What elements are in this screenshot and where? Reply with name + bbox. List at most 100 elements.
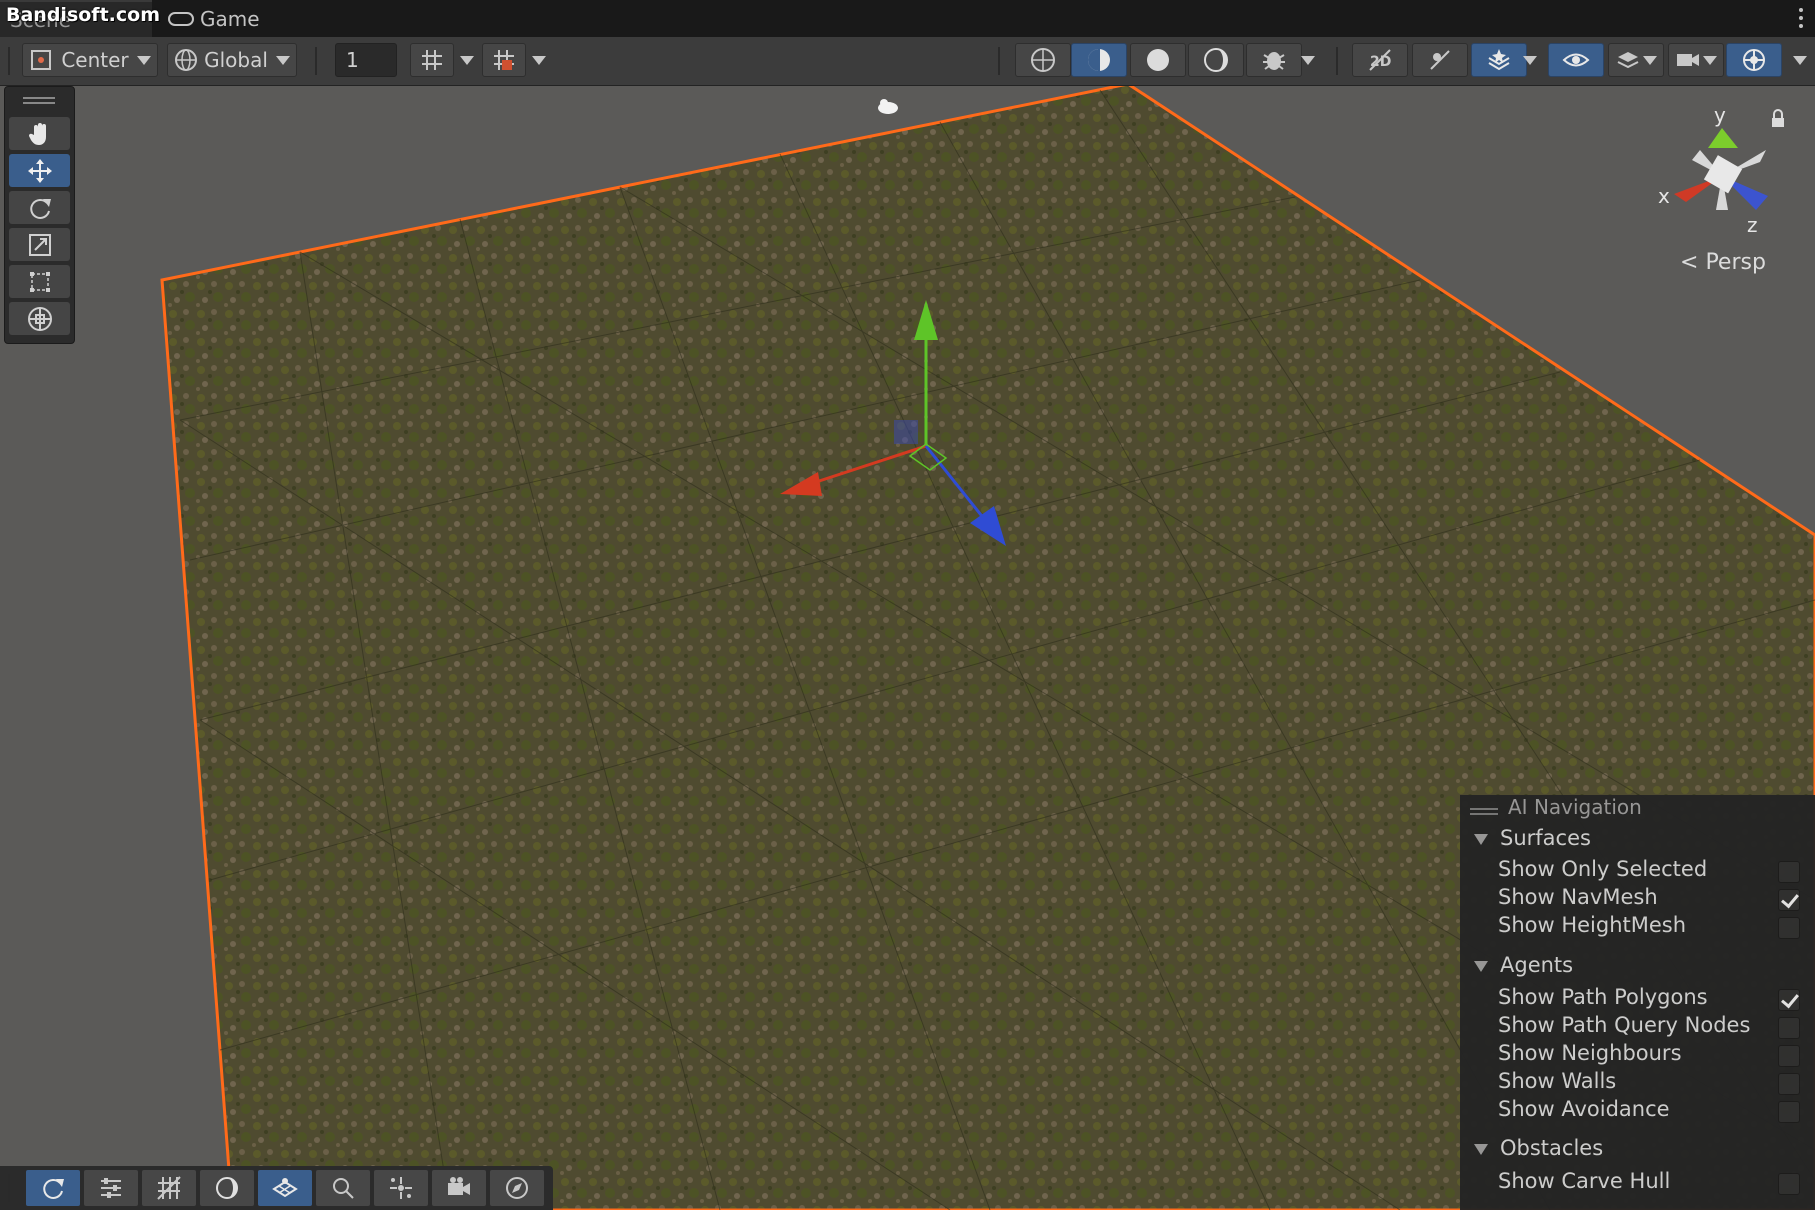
hand-tool[interactable] bbox=[9, 117, 70, 150]
lighting-overlay-button[interactable] bbox=[200, 1170, 254, 1206]
toolbar-grip[interactable] bbox=[8, 47, 10, 75]
layers-button[interactable] bbox=[1608, 43, 1664, 77]
tab-game-label: Game bbox=[200, 6, 260, 31]
move-arrows-icon bbox=[27, 158, 52, 183]
camera-settings-button[interactable] bbox=[1668, 43, 1724, 77]
effects-options[interactable] bbox=[1518, 43, 1542, 77]
scale-tool[interactable] bbox=[9, 228, 70, 261]
section-agents[interactable]: Agents bbox=[1474, 953, 1573, 977]
layers-icon bbox=[1617, 52, 1639, 69]
grid-overlay-button[interactable] bbox=[142, 1170, 196, 1206]
increment-snap-options[interactable] bbox=[527, 43, 551, 77]
pivot-mode-dropdown[interactable]: Center bbox=[22, 43, 158, 77]
gizmo-y-label: y bbox=[1714, 103, 1726, 127]
unlit-sphere-icon bbox=[1204, 48, 1228, 72]
orbit-icon bbox=[43, 1178, 64, 1199]
transform-tool[interactable] bbox=[9, 302, 70, 335]
rotate-icon bbox=[29, 198, 51, 219]
pivot-rotation-label: Global bbox=[204, 48, 268, 72]
globe-icon bbox=[175, 49, 198, 71]
gizmos-button[interactable] bbox=[1726, 43, 1782, 77]
grid-snap-options[interactable] bbox=[455, 43, 479, 77]
scene-visibility-button[interactable] bbox=[1548, 43, 1604, 77]
overlay-grip[interactable] bbox=[8, 1174, 10, 1202]
compass-overlay-button[interactable] bbox=[490, 1170, 544, 1206]
show-path-polygons-checkbox[interactable] bbox=[1778, 989, 1800, 1011]
pivot-center-icon bbox=[31, 50, 52, 70]
debug-draw-mode-button[interactable] bbox=[1246, 43, 1302, 77]
grid-snap-button[interactable] bbox=[410, 43, 454, 77]
toggle-2d-button[interactable]: 2D bbox=[1352, 43, 1408, 77]
ai-navigation-panel: AI Navigation Surfaces Show Only Selecte… bbox=[1460, 795, 1815, 1210]
wireframe-mode-button[interactable] bbox=[1015, 43, 1071, 77]
tab-scene[interactable]: Scene Bandisoft.com bbox=[0, 0, 160, 37]
shaded-mode-button[interactable] bbox=[1130, 43, 1186, 77]
gizmo-icon bbox=[1743, 49, 1765, 71]
particles-overlay-button[interactable] bbox=[374, 1170, 428, 1206]
more-options-icon[interactable] bbox=[1799, 8, 1803, 32]
gizmo-x-label: x bbox=[1658, 184, 1670, 208]
bottom-overlay-toolbar bbox=[0, 1166, 553, 1210]
effects-layers-icon bbox=[1488, 49, 1510, 71]
row-show-neighbours: Show Neighbours bbox=[1498, 1041, 1682, 1065]
light-off-icon bbox=[1430, 50, 1450, 70]
triangle-down-icon bbox=[1474, 833, 1488, 845]
xy-plane-handle[interactable] bbox=[894, 420, 918, 444]
overlay-grip[interactable] bbox=[23, 97, 55, 99]
panel-title: AI Navigation bbox=[1508, 795, 1642, 819]
move-tool[interactable] bbox=[9, 154, 70, 187]
grid-snap-icon bbox=[422, 50, 442, 70]
row-show-heightmesh: Show HeightMesh bbox=[1498, 913, 1687, 937]
draw-mode-options[interactable] bbox=[1296, 43, 1320, 77]
scale-icon bbox=[28, 233, 51, 256]
rect-tool[interactable] bbox=[9, 265, 70, 298]
rotate-tool[interactable] bbox=[9, 191, 70, 224]
shaded-sphere-icon bbox=[1147, 49, 1169, 71]
transform-tools-overlay bbox=[4, 86, 75, 344]
navmesh-icon bbox=[272, 1178, 298, 1198]
show-walls-checkbox[interactable] bbox=[1778, 1073, 1800, 1095]
orbit-overlay-button[interactable] bbox=[26, 1170, 80, 1206]
watermark: Bandisoft.com bbox=[6, 4, 160, 26]
show-navmesh-checkbox[interactable] bbox=[1778, 889, 1800, 911]
increment-snap-button[interactable] bbox=[482, 43, 526, 77]
show-path-query-nodes-checkbox[interactable] bbox=[1778, 1017, 1800, 1039]
row-show-carve-hull: Show Carve Hull bbox=[1498, 1169, 1671, 1193]
gizmo-z-label: z bbox=[1747, 213, 1758, 237]
tab-game[interactable]: Game bbox=[168, 0, 288, 37]
transform-icon bbox=[27, 306, 52, 331]
row-show-navmesh: Show NavMesh bbox=[1498, 885, 1658, 909]
section-label: Obstacles bbox=[1500, 1136, 1604, 1160]
chevron-left-icon: < bbox=[1680, 250, 1699, 275]
pivot-rotation-dropdown[interactable]: Global bbox=[167, 43, 297, 77]
settings-sliders-button[interactable] bbox=[84, 1170, 138, 1206]
eye-icon bbox=[1562, 53, 1590, 67]
triangle-down-icon bbox=[1474, 960, 1488, 972]
gizmos-options[interactable] bbox=[1788, 43, 1812, 77]
unlit-mode-button[interactable] bbox=[1188, 43, 1244, 77]
shaded-wireframe-mode-button[interactable] bbox=[1071, 43, 1127, 77]
show-heightmesh-checkbox[interactable] bbox=[1778, 917, 1800, 939]
orientation-gizmo[interactable] bbox=[1674, 128, 1768, 210]
directional-light-icon[interactable] bbox=[878, 99, 898, 114]
search-overlay-button[interactable] bbox=[316, 1170, 370, 1206]
cameras-overlay-button[interactable] bbox=[432, 1170, 486, 1206]
projection-toggle[interactable]: < Persp bbox=[1680, 250, 1766, 275]
show-carve-hull-checkbox[interactable] bbox=[1778, 1173, 1800, 1195]
show-avoidance-checkbox[interactable] bbox=[1778, 1101, 1800, 1123]
show-neighbours-checkbox[interactable] bbox=[1778, 1045, 1800, 1067]
gamepad-icon bbox=[168, 11, 194, 26]
toolbar-separator bbox=[998, 47, 1000, 75]
show-only-selected-checkbox[interactable] bbox=[1778, 861, 1800, 883]
grid-increment-field[interactable]: 1 bbox=[335, 43, 397, 77]
bug-icon bbox=[1263, 52, 1285, 70]
compass-icon bbox=[506, 1177, 528, 1199]
section-label: Agents bbox=[1500, 953, 1574, 977]
lock-icon[interactable] bbox=[1772, 109, 1784, 127]
scene-lighting-button[interactable] bbox=[1412, 43, 1468, 77]
navmesh-overlay-button[interactable] bbox=[258, 1170, 312, 1206]
panel-grip[interactable] bbox=[1470, 808, 1498, 810]
section-obstacles[interactable]: Obstacles bbox=[1474, 1136, 1603, 1160]
sliders-icon bbox=[101, 1178, 121, 1198]
section-surfaces[interactable]: Surfaces bbox=[1474, 826, 1591, 850]
